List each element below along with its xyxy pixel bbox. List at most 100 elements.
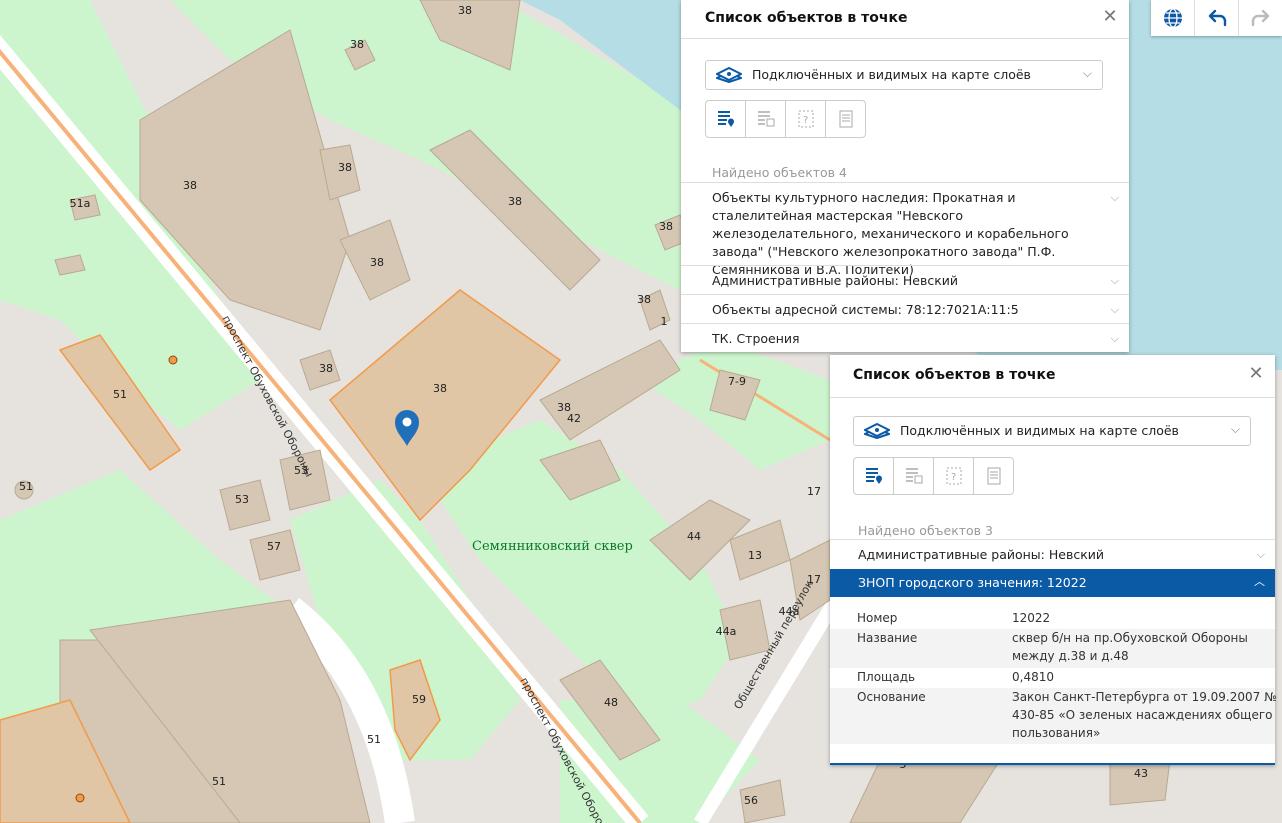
property-row: Название сквер б/н на пр.Обуховской Обор…	[830, 629, 1275, 668]
objects-panel-2: Список объектов в точке ✕ Подключённых и…	[830, 355, 1277, 765]
poi-dot[interactable]	[168, 355, 178, 365]
table-view-button[interactable]	[894, 458, 934, 494]
layer-select-value: Подключённых и видимых на карте слоёв	[752, 67, 1031, 82]
property-row: Площадь 0,4810	[830, 668, 1275, 688]
redo-icon	[1251, 9, 1269, 27]
layer-select[interactable]: Подключённых и видимых на карте слоёв ⌵	[705, 60, 1103, 90]
divider	[681, 38, 1129, 39]
layers-icon	[716, 67, 742, 83]
building-number-label: 38	[433, 382, 447, 395]
layer-select-value: Подключённых и видимых на карте слоёв	[900, 423, 1179, 438]
undo-button[interactable]	[1195, 0, 1239, 36]
document-view-button[interactable]	[974, 458, 1013, 494]
property-key: Название	[857, 631, 918, 645]
result-item[interactable]: Административные районы: Невский ⌵	[830, 539, 1275, 568]
chevron-down-icon: ⌵	[1110, 332, 1119, 345]
result-label: ТК. Строения	[712, 331, 800, 346]
building-number-label: 44а	[716, 625, 737, 638]
building-number-label: 43	[1134, 767, 1148, 780]
svg-text:?: ?	[803, 115, 808, 126]
property-key: Площадь	[857, 670, 916, 684]
building-number-label: 38	[183, 179, 197, 192]
building-number-label: 1	[661, 315, 668, 328]
help-view-button[interactable]: ?	[934, 458, 974, 494]
building-number-label: 38	[350, 38, 364, 51]
panel-title: Список объектов в точке	[705, 10, 908, 26]
help-view-button[interactable]: ?	[786, 101, 826, 137]
property-key: Номер	[857, 611, 898, 625]
chevron-down-icon: ⌵	[1230, 422, 1240, 436]
found-count: Найдено объектов 4	[712, 165, 847, 180]
building-number-label: 38	[370, 256, 384, 269]
layers-icon	[864, 423, 890, 439]
property-value: 12022	[1012, 611, 1051, 625]
result-label: Административные районы: Невский	[712, 273, 958, 288]
panel-title: Список объектов в точке	[853, 367, 1056, 383]
property-value: Закон Санкт-Петербурга от 19.09.2007 № 4…	[1012, 690, 1277, 740]
building-number-label: 38	[319, 362, 333, 375]
building-number-label: 53	[235, 493, 249, 506]
result-label: Объекты культурного наследия: Прокатная …	[712, 190, 1069, 277]
close-button[interactable]: ✕	[1101, 8, 1119, 26]
chevron-down-icon: ⌵	[1082, 66, 1092, 80]
building-number-label: 51	[19, 480, 33, 493]
result-item-selected[interactable]: ЗНОП городского значения: 12022 ︿	[830, 569, 1275, 597]
objects-panel-1: Список объектов в точке ✕ Подключённых и…	[681, 0, 1129, 352]
chevron-down-icon: ⌵	[1110, 303, 1119, 316]
property-value: сквер б/н на пр.Обуховской Обороны между…	[1012, 631, 1248, 663]
building-number-label: 38	[458, 4, 472, 17]
building-number-label: 51	[367, 733, 381, 746]
redo-button[interactable]	[1239, 0, 1282, 36]
chevron-up-icon: ︿	[1254, 575, 1265, 588]
chevron-down-icon: ⌵	[1110, 191, 1119, 204]
building-number-label: 42	[567, 412, 581, 425]
chevron-down-icon: ⌵	[1256, 548, 1265, 561]
document-view-button[interactable]	[826, 101, 865, 137]
found-count: Найдено объектов 3	[858, 523, 993, 538]
divider	[830, 397, 1275, 398]
building-number-label: 13	[748, 549, 762, 562]
result-item[interactable]: ТК. Строения ⌵	[681, 323, 1129, 352]
document-icon	[839, 110, 852, 128]
building-number-label: 44	[687, 530, 701, 543]
building-number-label: 56	[744, 794, 758, 807]
building-number-label: 7-9	[728, 375, 746, 388]
result-label: Административные районы: Невский	[858, 547, 1104, 562]
building-number-label: 51	[113, 388, 127, 401]
building-number-label: 59	[412, 693, 426, 706]
result-item[interactable]: Объекты адресной системы: 78:12:7021А:11…	[681, 294, 1129, 323]
globe-button[interactable]	[1151, 0, 1195, 36]
building-number-label: 38	[659, 220, 673, 233]
property-value: 0,4810	[1012, 670, 1054, 684]
close-icon: ✕	[1102, 6, 1118, 27]
building-number-label: 51а	[70, 197, 91, 210]
building-number-label: 38	[338, 161, 352, 174]
close-button[interactable]: ✕	[1247, 365, 1265, 383]
building-number-label: 48	[604, 696, 618, 709]
list-table-icon	[905, 468, 922, 484]
globe-icon	[1163, 8, 1182, 28]
building-number-label: 57	[267, 540, 281, 553]
building-number-label: 51	[212, 775, 226, 788]
list-view-button[interactable]	[706, 101, 746, 137]
building-number-label: 38	[508, 195, 522, 208]
property-row: Основание Закон Санкт-Петербурга от 19.0…	[830, 688, 1277, 744]
building-number-label: 17	[807, 485, 821, 498]
view-mode-group: ?	[705, 100, 866, 138]
poi-dot[interactable]	[75, 793, 85, 803]
undo-icon	[1208, 9, 1226, 27]
list-view-button[interactable]	[854, 458, 894, 494]
result-label: Объекты адресной системы: 78:12:7021А:11…	[712, 302, 1019, 317]
property-key: Основание	[857, 690, 926, 704]
table-view-button[interactable]	[746, 101, 786, 137]
result-item[interactable]: Административные районы: Невский ⌵	[681, 265, 1129, 294]
building-number-label: 38	[637, 293, 651, 306]
close-icon: ✕	[1248, 363, 1264, 384]
question-frame-icon: ?	[946, 467, 961, 485]
layer-select[interactable]: Подключённых и видимых на карте слоёв ⌵	[853, 416, 1251, 446]
result-item[interactable]: Объекты культурного наследия: Прокатная …	[681, 182, 1129, 277]
property-row: Номер 12022	[830, 609, 1275, 629]
chevron-down-icon: ⌵	[1110, 274, 1119, 287]
result-label: ЗНОП городского значения: 12022	[858, 575, 1087, 590]
svg-text:?: ?	[951, 472, 956, 483]
